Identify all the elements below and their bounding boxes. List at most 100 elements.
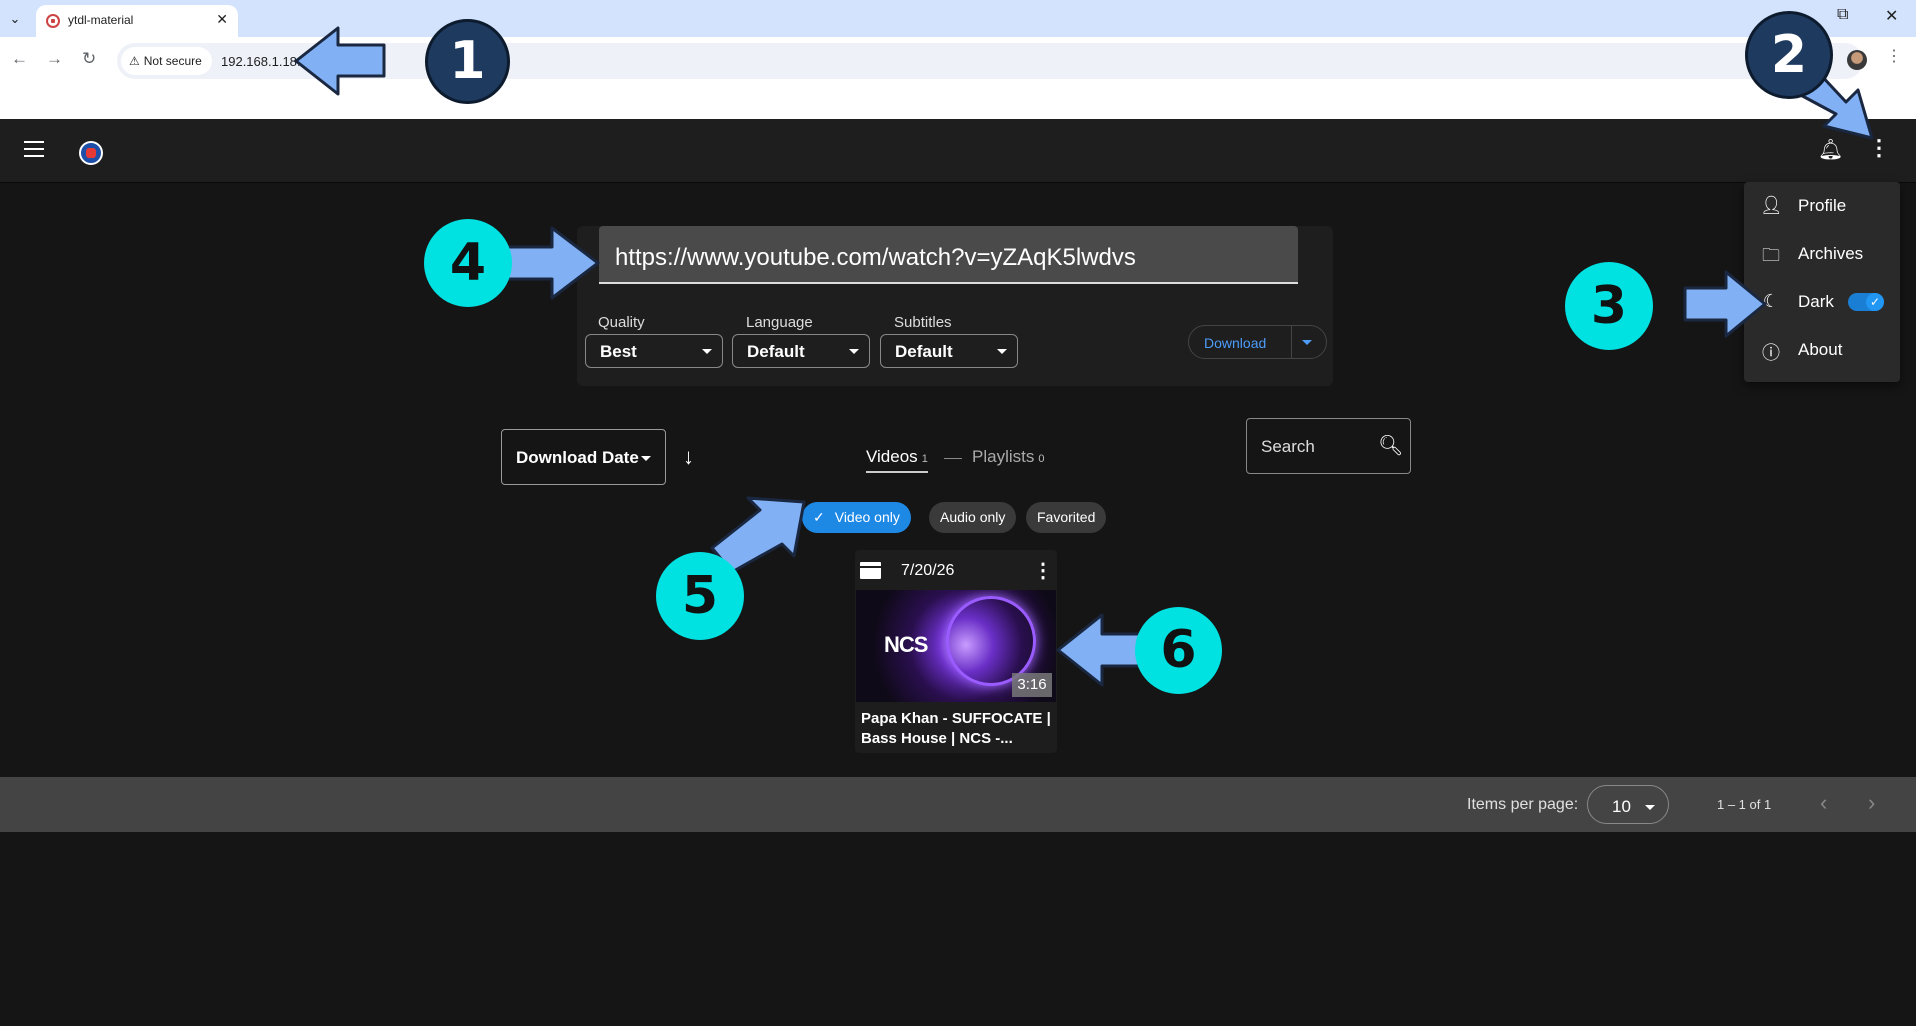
- callout-5: 5: [656, 552, 744, 640]
- quality-dropdown-icon: [702, 349, 712, 354]
- video-card[interactable]: 7/20/26 ⋮ NCS 3:16 Papa Khan - SUFFOCATE…: [855, 550, 1057, 753]
- browser-tab-bar: ⌄ ytdl-material ✕ ⧉ ✕: [0, 0, 1916, 37]
- chip-video-only[interactable]: ✓ Video only: [802, 502, 911, 533]
- folder-icon: 🗀︎: [1762, 245, 1780, 265]
- language-value: Default: [747, 342, 805, 361]
- forward-icon[interactable]: →: [46, 49, 63, 69]
- items-per-page-value: 10: [1612, 797, 1631, 816]
- address-bar[interactable]: ⚠ Not secure 192.168.1.18:8084: [117, 43, 1863, 79]
- callout-3: 3: [1565, 262, 1653, 350]
- check-icon: ✓: [813, 509, 825, 525]
- language-select[interactable]: Default: [732, 334, 870, 368]
- browser-menu-icon[interactable]: ⋮: [1886, 46, 1902, 66]
- menu-item-archives[interactable]: 🗀︎ Archives: [1744, 230, 1900, 278]
- chip-favorited-label: Favorited: [1037, 509, 1096, 525]
- chip-audio-only[interactable]: Audio only: [929, 502, 1017, 533]
- back-icon[interactable]: ←: [11, 49, 28, 69]
- app-logo-icon: [79, 141, 103, 165]
- browser-toolbar: ← → ↻ ⚠ Not secure 192.168.1.18:8084 ⋮: [0, 37, 1916, 119]
- tab-playlists-count: 0: [1038, 453, 1045, 465]
- callout-1: 1: [425, 19, 510, 104]
- video-date: 7/20/26: [901, 562, 955, 579]
- url-input[interactable]: [599, 226, 1298, 282]
- quality-label: Quality: [598, 314, 645, 331]
- check-icon: ✓: [1866, 293, 1884, 311]
- hamburger-menu-icon[interactable]: [24, 141, 44, 157]
- callout-6: 6: [1135, 607, 1222, 694]
- info-icon: ⓘ: [1762, 343, 1780, 363]
- page-range-label: 1 – 1 of 1: [1717, 797, 1772, 812]
- tab-separator: [944, 458, 962, 459]
- person-icon: 👤︎: [1760, 195, 1783, 215]
- video-thumbnail[interactable]: NCS 3:16: [856, 590, 1056, 702]
- thumbnail-logo-text: NCS: [884, 632, 928, 657]
- download-split-button: Download: [1188, 325, 1327, 359]
- menu-item-archives-label: Archives: [1798, 244, 1864, 263]
- browser-tab[interactable]: ytdl-material ✕: [36, 5, 238, 37]
- chip-audio-only-label: Audio only: [940, 509, 1006, 525]
- subtitles-dropdown-icon: [997, 349, 1007, 354]
- download-button[interactable]: Download: [1204, 335, 1266, 351]
- url-text[interactable]: 192.168.1.18:8084: [221, 54, 329, 69]
- search-icon[interactable]: 🔍︎: [1378, 433, 1403, 458]
- paginator: Items per page: 10 1 – 1 of 1 ‹ ›: [0, 777, 1916, 832]
- video-title[interactable]: Papa Khan - SUFFOCATE | Bass House | NCS…: [861, 709, 1053, 749]
- notifications-bell-icon[interactable]: 🔔︎: [1818, 137, 1843, 162]
- tab-close-icon[interactable]: ✕: [216, 11, 228, 28]
- tab-videos[interactable]: Videos 1: [866, 447, 928, 473]
- url-host: 192.168.1.18: [221, 54, 297, 69]
- video-duration: 3:16: [1012, 673, 1052, 697]
- tab-title: ytdl-material: [68, 13, 134, 27]
- tab-search-button[interactable]: ⌄: [4, 8, 26, 30]
- profile-avatar[interactable]: [1847, 50, 1867, 70]
- tab-videos-count: 1: [921, 453, 928, 465]
- items-per-page-select[interactable]: 10: [1587, 785, 1669, 824]
- items-per-page-label: Items per page:: [1467, 796, 1579, 813]
- subtitles-label: Subtitles: [894, 314, 952, 331]
- menu-item-dark-label: Dark: [1798, 292, 1834, 311]
- search-input[interactable]: [1261, 437, 1371, 457]
- app-settings-menu: 👤︎ Profile 🗀︎ Archives ☾ Dark ✓ ⓘ About: [1744, 182, 1900, 382]
- download-options-dropdown-icon[interactable]: [1302, 340, 1312, 345]
- download-divider: [1291, 326, 1292, 358]
- tab-videos-label: Videos: [866, 447, 918, 466]
- callout-2: 2: [1745, 11, 1833, 99]
- app-toolbar: 🔔︎ ⋮: [0, 119, 1916, 183]
- app-menu-kebab-icon[interactable]: ⋮: [1868, 135, 1890, 161]
- security-label: Not secure: [143, 54, 202, 68]
- sort-dropdown-icon: [641, 456, 651, 461]
- quality-select[interactable]: Best: [585, 334, 723, 368]
- moon-icon: ☾: [1762, 291, 1780, 311]
- chip-video-only-label: Video only: [834, 509, 900, 525]
- sort-direction-arrow-icon[interactable]: ↓: [683, 444, 694, 470]
- sort-by-value: Download Date: [516, 448, 639, 467]
- movie-clapper-icon: [860, 562, 881, 579]
- sort-by-select[interactable]: Download Date: [501, 429, 666, 485]
- subtitles-value: Default: [895, 342, 953, 361]
- reload-icon[interactable]: ↻: [82, 49, 96, 69]
- url-port: :8084: [296, 54, 330, 69]
- menu-item-about[interactable]: ⓘ About: [1744, 326, 1900, 374]
- tab-playlists-label: Playlists: [972, 447, 1035, 466]
- chip-favorited[interactable]: Favorited: [1026, 502, 1107, 533]
- close-window-icon[interactable]: ✕: [1885, 6, 1898, 26]
- previous-page-icon[interactable]: ‹: [1820, 790, 1827, 816]
- language-label: Language: [746, 314, 813, 331]
- dark-mode-toggle[interactable]: ✓: [1848, 293, 1884, 311]
- warning-icon: ⚠: [129, 54, 140, 68]
- callout-4: 4: [424, 219, 512, 307]
- restore-window-icon[interactable]: ⧉: [1837, 6, 1848, 24]
- menu-item-profile[interactable]: 👤︎ Profile: [1744, 182, 1900, 230]
- video-options-kebab-icon[interactable]: ⋮: [1033, 558, 1053, 583]
- menu-item-dark[interactable]: ☾ Dark ✓: [1744, 278, 1900, 326]
- security-chip[interactable]: ⚠ Not secure: [121, 47, 212, 75]
- tab-playlists[interactable]: Playlists 0: [972, 447, 1044, 467]
- next-page-icon[interactable]: ›: [1868, 790, 1875, 816]
- arrow-6: [1056, 613, 1143, 687]
- menu-item-profile-label: Profile: [1798, 196, 1847, 215]
- search-field[interactable]: 🔍︎: [1246, 418, 1411, 474]
- menu-item-about-label: About: [1798, 340, 1843, 359]
- subtitles-select[interactable]: Default: [880, 334, 1018, 368]
- url-input-field[interactable]: [599, 226, 1298, 284]
- tab-favicon-icon: [46, 14, 60, 28]
